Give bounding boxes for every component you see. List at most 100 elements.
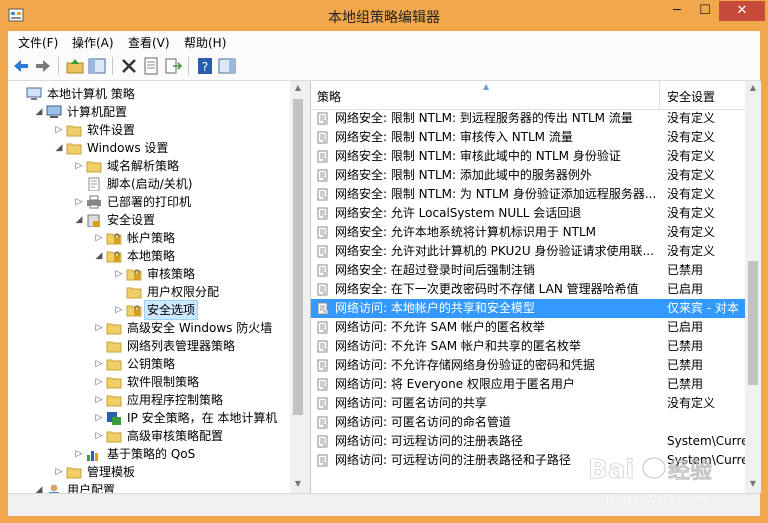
menu-file[interactable]: 文件(F)	[18, 34, 58, 51]
policy-row[interactable]: 网络访问: 本地帐户的共享和安全模型 仅来宾 - 对本	[311, 299, 745, 318]
computer-config-icon	[46, 105, 62, 118]
expand-arrow-icon[interactable]: ▷	[114, 301, 124, 319]
expand-arrow-icon[interactable]: ▷	[74, 445, 84, 463]
policy-row[interactable]: 网络安全: 限制 NTLM: 为 NTLM 身份验证添加远程服务器... 没有定义	[311, 185, 745, 204]
window: 本地组策略编辑器 ─ ☐ ✕ 文件(F) 操作(A) 查看(V) 帮助(H) ?…	[0, 0, 768, 523]
tree-scroll-thumb[interactable]	[293, 99, 303, 415]
list-header: 策略 ▲ 安全设置	[311, 81, 745, 110]
collapse-arrow-icon[interactable]: ◢	[34, 103, 44, 121]
policy-icon	[317, 302, 328, 315]
tree-item[interactable]: ◢ 本地策略	[8, 247, 288, 265]
tree-item[interactable]: ▷ 高级安全 Windows 防火墙	[8, 319, 288, 337]
menu-action[interactable]: 操作(A)	[72, 34, 114, 51]
tree-item[interactable]: 脚本(启动/关机)	[8, 175, 288, 193]
expand-arrow-icon[interactable]: ▷	[94, 355, 104, 373]
policy-row[interactable]: 网络访问: 可远程访问的注册表路径 System\Curre	[311, 432, 745, 451]
policy-row[interactable]: 网络访问: 不允许存储网络身份验证的密码和凭据 已禁用	[311, 356, 745, 375]
policy-icon	[317, 131, 328, 144]
tree-item[interactable]: ▷ 管理模板	[8, 463, 288, 481]
up-folder-icon[interactable]	[66, 57, 84, 75]
expand-arrow-icon[interactable]: ▷	[74, 157, 84, 175]
tree-item[interactable]: ▷ 软件设置	[8, 121, 288, 139]
tree-item[interactable]: ▷ 应用程序控制策略	[8, 391, 288, 409]
expand-arrow-icon[interactable]: ▷	[54, 121, 64, 139]
policy-row[interactable]: 网络访问: 可匿名访问的共享 没有定义	[311, 394, 745, 413]
policy-icon	[317, 207, 328, 220]
policy-row[interactable]: 网络访问: 不允许 SAM 帐户和共享的匿名枚举 已禁用	[311, 337, 745, 356]
tree-item[interactable]: ▷ 软件限制策略	[8, 373, 288, 391]
tree-item[interactable]: ▷ 已部署的打印机	[8, 193, 288, 211]
list-scroll-thumb[interactable]	[748, 261, 758, 385]
expand-arrow-icon[interactable]: ▷	[94, 391, 104, 409]
expand-arrow-icon[interactable]: ▷	[94, 427, 104, 445]
collapse-arrow-icon[interactable]: ◢	[94, 247, 104, 265]
policy-row[interactable]: 网络访问: 可匿名访问的命名管道	[311, 413, 745, 432]
tree-item-label: 高级安全 Windows 防火墙	[127, 321, 273, 335]
menu-view[interactable]: 查看(V)	[128, 34, 170, 51]
minimize-button[interactable]: ─	[663, 1, 691, 21]
tree-item[interactable]: ◢ Windows 设置	[8, 139, 288, 157]
tree-item[interactable]: ▷ 高级审核策略配置	[8, 427, 288, 445]
policy-row[interactable]: 网络安全: 允许本地系统将计算机标识用于 NTLM 没有定义	[311, 223, 745, 242]
tree-item[interactable]: ▷ 帐户策略	[8, 229, 288, 247]
policy-row[interactable]: 网络安全: 在超过登录时间后强制注销 已禁用	[311, 261, 745, 280]
expand-arrow-icon[interactable]: ▷	[74, 193, 84, 211]
tree-item[interactable]: 用户权限分配	[8, 283, 288, 301]
tree-scrollbar[interactable]: ▲ ▼	[290, 81, 306, 493]
properties-icon[interactable]	[142, 57, 160, 75]
tree-item[interactable]: ▷ 域名解析策略	[8, 157, 288, 175]
policy-row[interactable]: 网络访问: 将 Everyone 权限应用于匿名用户 已禁用	[311, 375, 745, 394]
collapse-arrow-icon[interactable]: ◢	[54, 139, 64, 157]
policy-row[interactable]: 网络安全: 在下一次更改密码时不存储 LAN 管理器哈希值 已启用	[311, 280, 745, 299]
tree-item[interactable]: ▷ 公钥策略	[8, 355, 288, 373]
collapse-arrow-icon[interactable]: ◢	[34, 481, 44, 493]
tree-item[interactable]: ▷ 审核策略	[8, 265, 288, 283]
policy-row[interactable]: 网络安全: 限制 NTLM: 到远程服务器的传出 NTLM 流量 没有定义	[311, 109, 745, 128]
delete-icon[interactable]	[120, 57, 138, 75]
expand-arrow-icon[interactable]: ▷	[54, 463, 64, 481]
tree-item[interactable]: ▷ 基于策略的 QoS	[8, 445, 288, 463]
policy-row[interactable]: 网络安全: 限制 NTLM: 审核传入 NTLM 流量 没有定义	[311, 128, 745, 147]
tree-item[interactable]: 网络列表管理器策略	[8, 337, 288, 355]
printer-icon	[87, 195, 101, 209]
show-hide-tree-icon[interactable]	[88, 57, 106, 75]
svg-text:?: ?	[202, 60, 208, 74]
list-scrollbar[interactable]: ▲ ▼	[745, 81, 761, 493]
scroll-down-arrow-icon[interactable]: ▼	[290, 479, 306, 488]
column-header-policy[interactable]: 策略	[317, 88, 341, 105]
tree-item[interactable]: ◢ 安全设置	[8, 211, 288, 229]
policy-row[interactable]: 网络访问: 不允许 SAM 帐户的匿名枚举 已启用	[311, 318, 745, 337]
back-icon[interactable]	[12, 57, 30, 75]
tree-item[interactable]: ◢ 计算机配置	[8, 103, 288, 121]
forward-icon[interactable]	[34, 57, 52, 75]
policy-row[interactable]: 网络安全: 限制 NTLM: 审核此域中的 NTLM 身份验证 没有定义	[311, 147, 745, 166]
policy-row[interactable]: 网络安全: 限制 NTLM: 添加此域中的服务器例外 没有定义	[311, 166, 745, 185]
policy-icon	[317, 283, 328, 296]
policy-name: 网络访问: 本地帐户的共享和安全模型	[335, 301, 535, 315]
collapse-arrow-icon[interactable]: ◢	[74, 211, 84, 229]
title-bar: 本地组策略编辑器 ─ ☐ ✕	[0, 0, 768, 32]
expand-arrow-icon[interactable]: ▷	[94, 229, 104, 247]
help-icon[interactable]: ?	[196, 57, 214, 75]
scroll-up-arrow-icon[interactable]: ▲	[290, 83, 306, 92]
expand-arrow-icon[interactable]: ▷	[114, 265, 124, 283]
policy-row[interactable]: 网络安全: 允许对此计算机的 PKU2U 身份验证请求使用联... 没有定义	[311, 242, 745, 261]
tree-item[interactable]: ▷ IP 安全策略，在 本地计算机	[8, 409, 288, 427]
policy-name: 网络安全: 限制 NTLM: 为 NTLM 身份验证添加远程服务器...	[335, 187, 657, 201]
expand-arrow-icon[interactable]: ▷	[94, 319, 104, 337]
expand-arrow-icon[interactable]: ▷	[94, 373, 104, 391]
maximize-button[interactable]: ☐	[691, 1, 719, 21]
tree-item[interactable]: ◢ 用户配置	[8, 481, 288, 493]
tree-item[interactable]: ▷ 安全选项	[8, 300, 288, 320]
export-list-icon[interactable]	[164, 57, 182, 75]
column-header-setting[interactable]: 安全设置	[667, 88, 715, 105]
policy-icon	[317, 435, 328, 448]
show-hide-action-pane-icon[interactable]	[218, 57, 236, 75]
folder-icon	[126, 287, 142, 299]
tree-item[interactable]: 本地计算机 策略	[8, 85, 288, 103]
expand-arrow-icon[interactable]: ▷	[94, 409, 104, 427]
menu-help[interactable]: 帮助(H)	[184, 34, 226, 51]
scroll-up-arrow-icon[interactable]: ▲	[745, 83, 761, 92]
close-button[interactable]: ✕	[719, 1, 765, 21]
policy-row[interactable]: 网络安全: 允许 LocalSystem NULL 会话回退 没有定义	[311, 204, 745, 223]
